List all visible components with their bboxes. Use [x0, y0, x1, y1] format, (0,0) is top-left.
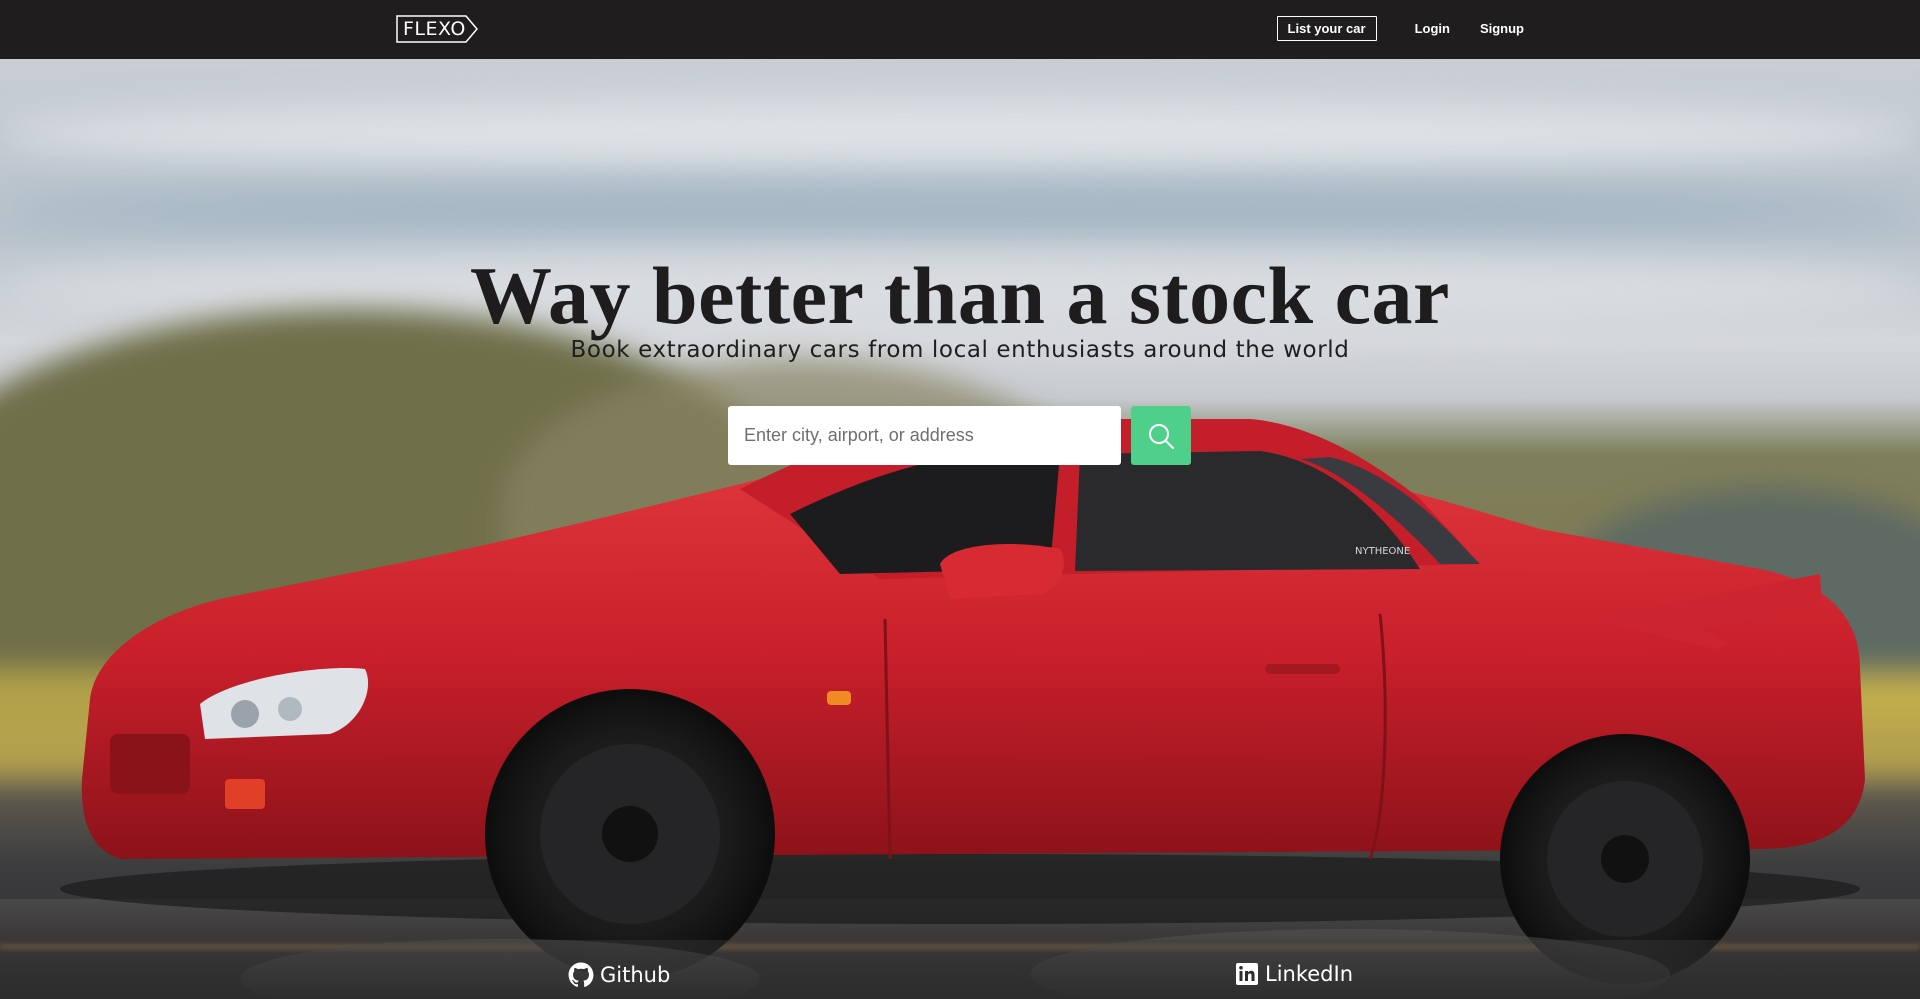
- search-icon: [1149, 423, 1174, 449]
- login-link[interactable]: Login: [1415, 21, 1450, 36]
- hero-headline: Way better than a stock car: [470, 250, 1450, 341]
- location-search-input[interactable]: [728, 406, 1121, 465]
- flexo-logo[interactable]: FLEXO: [396, 15, 478, 43]
- search-button[interactable]: [1131, 406, 1191, 465]
- top-navbar: FLEXO List your car Login Signup: [0, 0, 1920, 59]
- hero-subheadline: Book extraordinary cars from local enthu…: [570, 337, 1350, 363]
- github-label: Github: [600, 963, 671, 987]
- car-decal: NYTHEONE: [1355, 546, 1410, 557]
- linkedin-icon: [1236, 963, 1258, 985]
- github-icon: [568, 962, 594, 988]
- linkedin-link[interactable]: LinkedIn: [1235, 962, 1353, 986]
- hero-background: NYTHEONE Way better than a stock car Boo…: [0, 59, 1920, 999]
- nav-links: List your car Login Signup: [1276, 15, 1524, 41]
- signup-link[interactable]: Signup: [1480, 21, 1524, 36]
- footer-bar: [0, 940, 1920, 999]
- logo-text: FLEXO: [403, 18, 466, 40]
- list-your-car-button[interactable]: List your car: [1276, 15, 1377, 41]
- linkedin-label: LinkedIn: [1265, 962, 1354, 986]
- red-sports-car-image: NYTHEONE: [60, 419, 1866, 999]
- github-link[interactable]: Github: [568, 962, 670, 988]
